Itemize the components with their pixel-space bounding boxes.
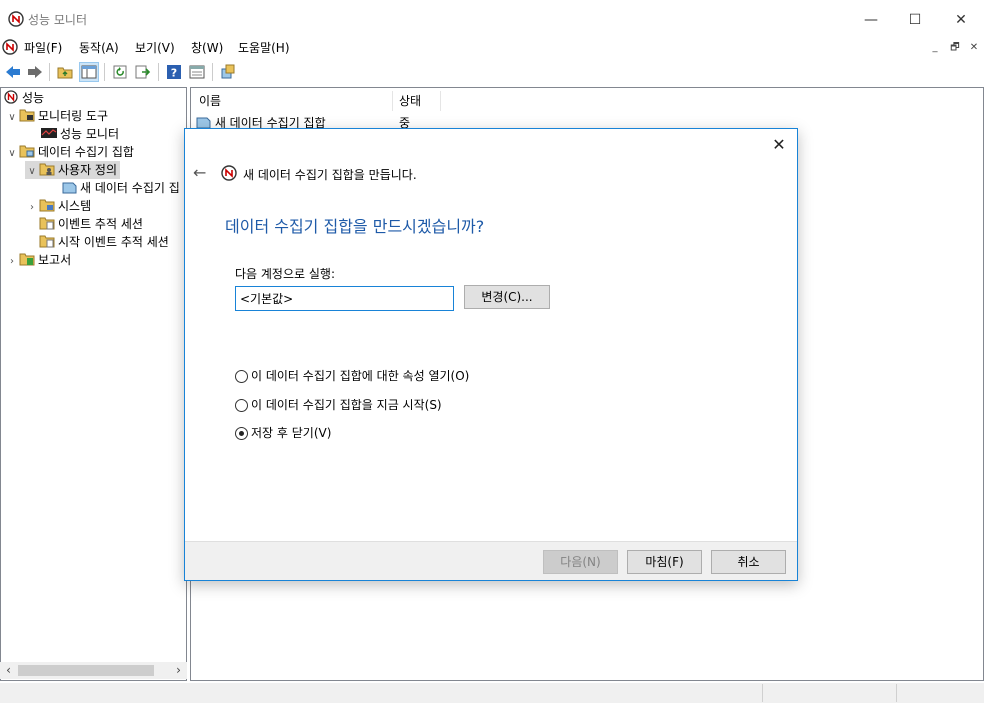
tree-item-user-defined[interactable]: ∨ 사용자 정의 [25, 161, 121, 181]
tree-item-label: 새 데이터 수집기 집 [80, 181, 180, 195]
mdi-minimize-button[interactable]: _ [926, 40, 944, 56]
menu-bar: 파일(F) 동작(A) 보기(V) 창(W) 도움말(H) [0, 36, 984, 58]
collapsed-chevron-icon[interactable]: › [25, 199, 39, 217]
tree-item-reports[interactable]: › 보고서 [5, 251, 71, 269]
tree-item-label: 성능 [22, 91, 45, 105]
toolbar-separator [104, 63, 105, 81]
navigation-tree[interactable]: 성능 ∨ 모니터링 도구 성능 모니터 ∨ 데이터 수집기 집합 ∨ 사용자 정의 새… [0, 87, 187, 681]
export-icon[interactable] [133, 62, 153, 82]
folder-collector-icon [19, 144, 35, 158]
system-menu-icon[interactable] [2, 39, 18, 58]
tree-item-startup-event-trace-sessions[interactable]: 시작 이벤트 추적 세션 [39, 233, 169, 251]
run-as-label: 다음 계정으로 실행: [235, 267, 335, 281]
radio-button-selected[interactable] [235, 426, 248, 440]
run-as-field[interactable] [235, 286, 454, 311]
option-label: 이 데이터 수집기 집합에 대한 속성 열기(O) [251, 369, 470, 383]
expanded-chevron-icon[interactable]: ∨ [25, 163, 39, 181]
column-header-name[interactable]: 이름 [193, 91, 393, 111]
tree-item-new-collector-set[interactable]: 새 데이터 수집기 집 [61, 179, 180, 197]
wizard-heading: 데이터 수집기 집합을 만드시겠습니까? [225, 217, 485, 236]
toolbar-separator [158, 63, 159, 81]
radio-button[interactable] [235, 369, 248, 383]
menu-view[interactable]: 보기(V) [135, 39, 175, 56]
menu-file[interactable]: 파일(F) [24, 39, 62, 56]
tree-item-system[interactable]: › 시스템 [25, 197, 91, 215]
scroll-right-arrow-icon[interactable]: › [170, 662, 187, 679]
toolbar-separator [212, 63, 213, 81]
wizard-header: 새 데이터 수집기 집합을 만듭니다. [243, 168, 417, 182]
tree-item-label: 성능 모니터 [60, 127, 120, 141]
menu-action[interactable]: 동작(A) [79, 39, 119, 56]
tree-item-data-collector-sets[interactable]: ∨ 데이터 수집기 집합 [5, 143, 134, 161]
toolbar: ? [0, 59, 984, 85]
dialog-close-button[interactable]: ✕ [769, 135, 789, 155]
folder-user-icon [39, 162, 55, 176]
status-bar [0, 683, 984, 703]
collapsed-chevron-icon[interactable]: › [5, 253, 19, 271]
tree-item-label: 이벤트 추적 세션 [58, 217, 143, 231]
perfmon-icon [3, 90, 19, 104]
expanded-chevron-icon[interactable]: ∨ [5, 109, 19, 127]
tree-item-monitoring-tools[interactable]: ∨ 모니터링 도구 [5, 107, 108, 125]
refresh-icon[interactable] [110, 62, 130, 82]
collector-set-icon [61, 180, 77, 194]
scrollbar-thumb[interactable] [18, 665, 154, 676]
option-save-and-close[interactable]: 저장 후 닫기(V) [235, 424, 331, 442]
back-icon[interactable] [3, 62, 23, 82]
tree-item-label: 시스템 [58, 199, 92, 213]
collector-set-icon [195, 115, 211, 129]
cancel-button[interactable]: 취소 [711, 550, 786, 574]
folder-trace-icon [39, 216, 55, 230]
menu-window[interactable]: 창(W) [191, 39, 223, 56]
back-arrow-icon[interactable]: ← [193, 163, 209, 183]
tree-item-label: 보고서 [38, 253, 72, 267]
minimize-button[interactable]: — [848, 6, 894, 34]
show-hide-tree-icon[interactable] [79, 62, 99, 82]
option-label: 저장 후 닫기(V) [251, 426, 332, 440]
chart-monitor-icon [41, 126, 57, 140]
perfmon-icon [221, 165, 237, 184]
status-cell [896, 684, 984, 702]
folder-report-icon [19, 252, 35, 266]
finish-button[interactable]: 마침(F) [627, 550, 702, 574]
tree-item-performance-monitor[interactable]: 성능 모니터 [41, 125, 119, 143]
menu-help[interactable]: 도움말(H) [238, 39, 290, 56]
tree-item-label: 사용자 정의 [58, 163, 118, 177]
option-start-now[interactable]: 이 데이터 수집기 집합을 지금 시작(S) [235, 396, 442, 414]
folder-system-icon [39, 198, 55, 212]
change-account-button[interactable]: 변경(C)... [464, 285, 550, 309]
maximize-button[interactable]: ☐ [892, 6, 938, 34]
next-button[interactable]: 다음(N) [543, 550, 618, 574]
toolbar-separator [49, 63, 50, 81]
create-collector-set-wizard: ✕ ← 새 데이터 수집기 집합을 만듭니다. 데이터 수집기 집합을 만드시겠… [184, 128, 798, 581]
tree-item-label: 데이터 수집기 집합 [38, 145, 134, 159]
status-cell [762, 684, 896, 702]
properties-icon[interactable] [187, 62, 207, 82]
scroll-left-arrow-icon[interactable]: ‹ [0, 662, 17, 679]
mdi-restore-button[interactable]: 🗗 [946, 40, 964, 56]
radio-button[interactable] [235, 398, 248, 412]
folder-tools-icon [19, 108, 35, 122]
forward-icon[interactable] [25, 62, 45, 82]
expanded-chevron-icon[interactable]: ∨ [5, 145, 19, 163]
wizard-footer: 다음(N) 마침(F) 취소 [185, 541, 797, 580]
tree-horizontal-scrollbar[interactable]: ‹ › [0, 662, 187, 679]
tree-item-event-trace-sessions[interactable]: 이벤트 추적 세션 [39, 215, 143, 233]
mdi-close-button[interactable]: ✕ [965, 40, 983, 56]
title-bar: 성능 모니터 — ☐ ✕ [0, 0, 984, 36]
up-folder-icon[interactable] [55, 62, 75, 82]
tree-item-performance[interactable]: 성능 [3, 89, 44, 107]
svg-text:?: ? [171, 67, 177, 80]
window-title: 성능 모니터 [28, 13, 88, 27]
help-icon[interactable]: ? [164, 62, 184, 82]
perfmon-icon [8, 11, 24, 30]
tree-item-label: 모니터링 도구 [38, 109, 109, 123]
column-header-status[interactable]: 상태 [393, 91, 441, 111]
close-window-button[interactable]: ✕ [938, 6, 984, 34]
folder-trace-icon [39, 234, 55, 248]
option-open-properties[interactable]: 이 데이터 수집기 집합에 대한 속성 열기(O) [235, 367, 469, 385]
option-label: 이 데이터 수집기 집합을 지금 시작(S) [251, 398, 442, 412]
tree-item-label: 시작 이벤트 추적 세션 [58, 235, 169, 249]
new-data-collector-icon[interactable] [218, 62, 238, 82]
